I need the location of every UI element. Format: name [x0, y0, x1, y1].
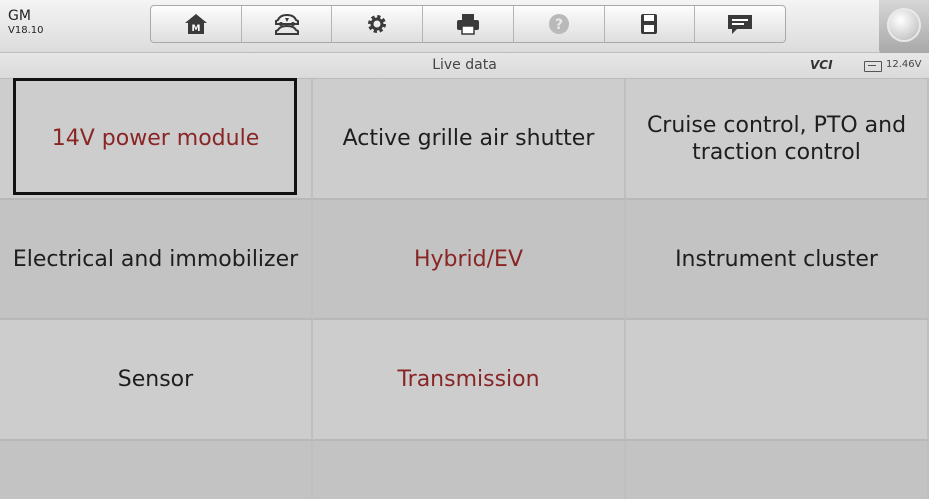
menu-item-cruise-control[interactable]: Cruise control, PTO and traction control: [626, 79, 929, 200]
help-button[interactable]: ?: [514, 6, 605, 42]
svg-text:?: ?: [555, 17, 563, 33]
save-button[interactable]: [605, 6, 696, 42]
battery-icon: [864, 61, 882, 72]
vci-indicator: VCI: [810, 58, 833, 72]
top-toolbar: GM V18.10 M ?: [0, 0, 929, 55]
home-icon: M: [184, 14, 207, 34]
message-button[interactable]: [695, 6, 785, 42]
circle-icon: [887, 8, 921, 42]
menu-item-hybrid-ev[interactable]: Hybrid/EV: [313, 200, 626, 320]
svg-text:M: M: [191, 24, 200, 34]
menu-item-electrical-immobilizer[interactable]: Electrical and immobilizer: [0, 200, 313, 320]
menu-item-instrument-cluster[interactable]: Instrument cluster: [626, 200, 929, 320]
battery-voltage: 12.46V: [886, 59, 922, 70]
selection-highlight: [13, 78, 297, 195]
software-version: V18.10: [8, 25, 44, 36]
menu-item-active-grille-air-shutter[interactable]: Active grille air shutter: [313, 79, 626, 200]
vehicle-make: GM: [8, 8, 31, 24]
print-button[interactable]: [423, 6, 514, 42]
save-icon: [641, 14, 658, 34]
menu-item-transmission[interactable]: Transmission: [313, 320, 626, 441]
vci-label: VCI: [810, 58, 833, 72]
vehicle-swap-icon: [274, 13, 299, 35]
page-title: Live data: [432, 57, 497, 73]
help-icon: ?: [548, 14, 569, 34]
print-icon: [457, 14, 480, 35]
message-icon: [728, 15, 753, 34]
vehicle-info: GM V18.10: [8, 8, 43, 38]
system-home-button[interactable]: [879, 0, 929, 55]
settings-button[interactable]: [332, 6, 424, 42]
empty-cell: [626, 320, 929, 441]
empty-cell: [626, 441, 929, 499]
vehicle-swap-button[interactable]: [242, 6, 333, 42]
empty-cell: [0, 441, 313, 499]
home-button[interactable]: M: [151, 6, 242, 42]
menu-item-sensor[interactable]: Sensor: [0, 320, 313, 441]
status-bar: Live data VCI 12.46V: [0, 53, 929, 79]
settings-icon: [368, 15, 387, 33]
toolbar-buttons: M ?: [150, 5, 786, 43]
empty-cell: [313, 441, 626, 499]
